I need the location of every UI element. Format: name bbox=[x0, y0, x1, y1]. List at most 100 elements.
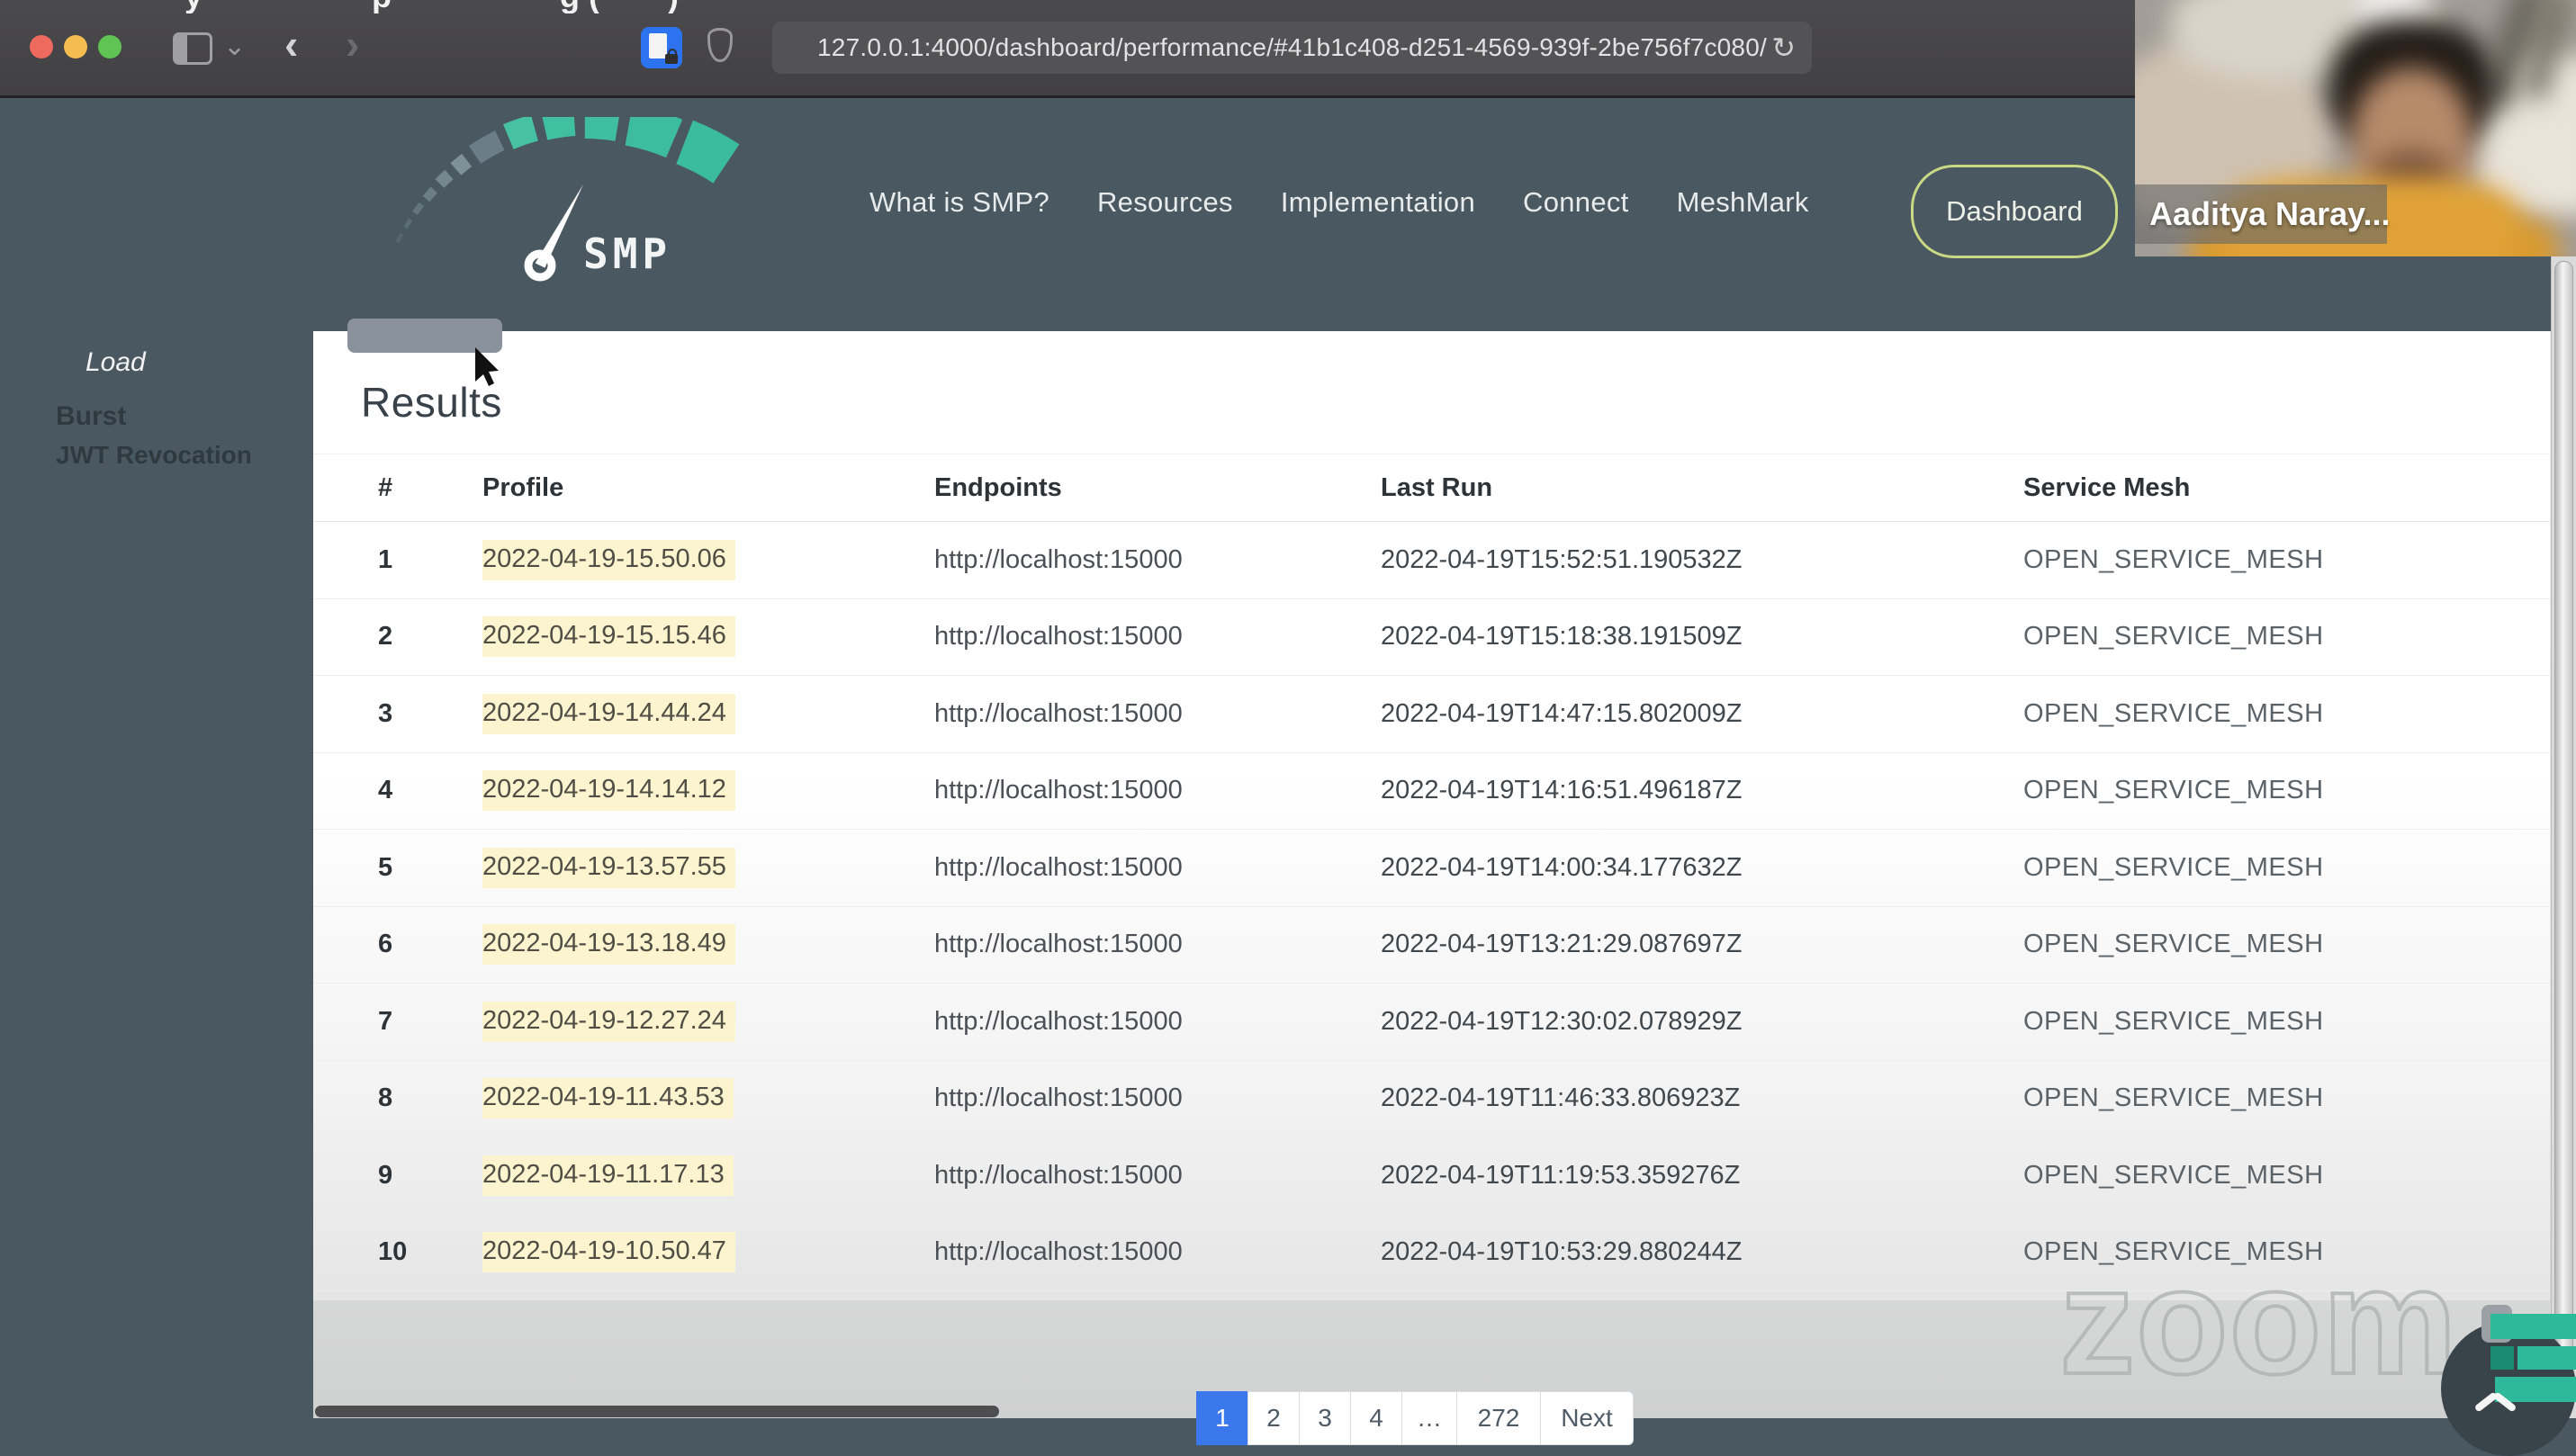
sidebar-item[interactable]: Burst bbox=[56, 401, 126, 432]
last-run-cell: 2022-04-19T13:21:29.087697Z bbox=[1381, 930, 1743, 959]
nav-item[interactable]: What is SMP? bbox=[869, 186, 1049, 219]
profile-cell[interactable]: 2022-04-19-13.57.55 bbox=[482, 847, 934, 888]
page-icon bbox=[649, 33, 667, 58]
last-run-cell: 2022-04-19T14:00:34.177632Z bbox=[1381, 852, 1743, 882]
address-bar[interactable]: 127.0.0.1:4000/dashboard/performance/#41… bbox=[772, 22, 1812, 74]
row-index: 9 bbox=[378, 1160, 393, 1190]
profile-cell[interactable]: 2022-04-19-10.50.47 bbox=[482, 1232, 934, 1273]
vertical-scrollbar-thumb[interactable] bbox=[2554, 261, 2573, 1407]
endpoints-cell: http://localhost:15000 bbox=[934, 776, 1183, 805]
badge-glyph-bar bbox=[2490, 1314, 2576, 1339]
title-fragment: ) bbox=[668, 0, 679, 13]
horizontal-scrollbar-thumb[interactable] bbox=[315, 1406, 999, 1417]
service-mesh-cell: OPEN_SERVICE_MESH bbox=[2023, 776, 2324, 805]
profile-name: 2022-04-19-15.15.46 bbox=[482, 616, 735, 658]
participant-name: Aaditya Naray... bbox=[2149, 195, 2391, 232]
column-header: Last Run bbox=[1381, 472, 1493, 502]
table-row[interactable]: 1 2022-04-19-15.50.06 http://localhost:1… bbox=[313, 522, 2550, 599]
lock-icon bbox=[665, 49, 678, 64]
profile-name: 2022-04-19-12.27.24 bbox=[482, 1001, 735, 1042]
endpoints-cell: http://localhost:15000 bbox=[934, 698, 1183, 728]
smp-logo[interactable]: SMP bbox=[387, 103, 792, 301]
endpoints-cell: http://localhost:15000 bbox=[934, 544, 1183, 574]
profile-cell[interactable]: 2022-04-19-13.18.49 bbox=[482, 924, 934, 966]
nav-item[interactable]: Implementation bbox=[1281, 186, 1475, 219]
profile-cell[interactable]: 2022-04-19-15.50.06 bbox=[482, 539, 934, 580]
reload-icon[interactable]: ↻ bbox=[1771, 31, 1796, 65]
pagination: 1 2 3 4… 272 Next bbox=[1196, 1391, 1634, 1445]
badge-glyph-bar bbox=[2495, 1377, 2576, 1402]
profile-cell[interactable]: 2022-04-19-12.27.24 bbox=[482, 1001, 934, 1042]
minimize-window-button[interactable] bbox=[64, 35, 87, 58]
sidebar-item[interactable]: JWT Revocation bbox=[56, 441, 252, 470]
table-row[interactable]: 2 2022-04-19-15.15.46 http://localhost:1… bbox=[313, 599, 2550, 676]
row-index: 4 bbox=[378, 776, 393, 805]
table-row[interactable]: 7 2022-04-19-12.27.24 http://localhost:1… bbox=[313, 984, 2550, 1061]
sidebar-panel bbox=[0, 331, 313, 1418]
profile-name: 2022-04-19-13.57.55 bbox=[482, 847, 735, 888]
endpoints-cell: http://localhost:15000 bbox=[934, 1006, 1183, 1036]
row-index: 3 bbox=[378, 698, 393, 728]
endpoints-cell: http://localhost:15000 bbox=[934, 930, 1183, 959]
badge-glyph-bar bbox=[2517, 1346, 2576, 1370]
nav-item[interactable]: Resources bbox=[1097, 186, 1233, 219]
dashboard-button[interactable]: Dashboard bbox=[1911, 165, 2118, 258]
row-index: 10 bbox=[378, 1237, 408, 1267]
back-button[interactable]: ‹ bbox=[284, 20, 298, 68]
table-row[interactable]: 5 2022-04-19-13.57.55 http://localhost:1… bbox=[313, 830, 2550, 907]
endpoints-cell: http://localhost:15000 bbox=[934, 622, 1183, 652]
page-button[interactable]: 4 bbox=[1350, 1391, 1402, 1445]
badge-glyph-dark bbox=[2490, 1346, 2514, 1370]
table-row[interactable]: 6 2022-04-19-13.18.49 http://localhost:1… bbox=[313, 907, 2550, 984]
speedometer-gauge-icon: SMP bbox=[395, 103, 740, 282]
profile-cell[interactable]: 2022-04-19-14.44.24 bbox=[482, 693, 934, 734]
title-fragment: y bbox=[185, 0, 203, 13]
last-run-cell: 2022-04-19T10:53:29.880244Z bbox=[1381, 1237, 1743, 1267]
profile-cell[interactable]: 2022-04-19-11.43.53 bbox=[482, 1078, 934, 1119]
results-table-body: 1 2022-04-19-15.50.06 http://localhost:1… bbox=[313, 522, 2550, 1291]
table-row[interactable]: 8 2022-04-19-11.43.53 http://localhost:1… bbox=[313, 1061, 2550, 1137]
forward-button[interactable]: › bbox=[346, 20, 359, 68]
column-header: Endpoints bbox=[934, 472, 1062, 502]
endpoints-cell: http://localhost:15000 bbox=[934, 1237, 1183, 1267]
sidebar-item[interactable]: Load bbox=[86, 347, 146, 378]
table-row[interactable]: 9 2022-04-19-11.17.13 http://localhost:1… bbox=[313, 1137, 2550, 1215]
page-button[interactable]: 3 bbox=[1299, 1391, 1351, 1445]
page-button[interactable]: Next bbox=[1540, 1391, 1634, 1445]
results-header: Results bbox=[313, 331, 2550, 454]
profile-cell[interactable]: 2022-04-19-14.14.12 bbox=[482, 770, 934, 812]
participant-name-band: Aaditya Naray... bbox=[2135, 184, 2391, 244]
close-window-button[interactable] bbox=[30, 35, 53, 58]
profile-name: 2022-04-19-11.17.13 bbox=[482, 1155, 734, 1196]
last-run-cell: 2022-04-19T14:47:15.802009Z bbox=[1381, 698, 1743, 728]
table-row[interactable]: 3 2022-04-19-14.44.24 http://localhost:1… bbox=[313, 676, 2550, 753]
row-index: 6 bbox=[378, 930, 393, 959]
page-button[interactable]: 2 bbox=[1247, 1391, 1300, 1445]
nav-item[interactable]: Connect bbox=[1523, 186, 1629, 219]
page-button[interactable]: 1 bbox=[1196, 1391, 1248, 1445]
chevron-down-icon[interactable]: ⌄ bbox=[223, 31, 246, 62]
layer5-smp-floating-badge[interactable] bbox=[2441, 1305, 2576, 1456]
extension-page-lock-icon[interactable] bbox=[641, 27, 682, 68]
title-fragment: p bbox=[372, 0, 392, 13]
profile-cell[interactable]: 2022-04-19-15.15.46 bbox=[482, 616, 934, 658]
service-mesh-cell: OPEN_SERVICE_MESH bbox=[2023, 544, 2324, 574]
shield-icon[interactable] bbox=[707, 28, 733, 62]
page-button[interactable]: 272 bbox=[1456, 1391, 1541, 1445]
profile-cell[interactable]: 2022-04-19-11.17.13 bbox=[482, 1155, 934, 1196]
service-mesh-cell: OPEN_SERVICE_MESH bbox=[2023, 698, 2324, 728]
cut-off-title-fragments: y p g () bbox=[0, 0, 2070, 13]
nav-item[interactable]: MeshMark bbox=[1677, 186, 1809, 219]
service-mesh-cell: OPEN_SERVICE_MESH bbox=[2023, 852, 2324, 882]
profile-name: 2022-04-19-11.43.53 bbox=[482, 1078, 734, 1119]
page-button[interactable]: … bbox=[1401, 1391, 1457, 1445]
profile-name: 2022-04-19-10.50.47 bbox=[482, 1232, 735, 1273]
profile-name: 2022-04-19-13.18.49 bbox=[482, 924, 735, 966]
column-header: Service Mesh bbox=[2023, 472, 2191, 502]
zoom-window-button[interactable] bbox=[98, 35, 122, 58]
zoom-watermark: zoom bbox=[2058, 1235, 2459, 1407]
row-index: 8 bbox=[378, 1083, 393, 1113]
endpoints-cell: http://localhost:15000 bbox=[934, 1160, 1183, 1190]
sidebar-toggle-icon[interactable] bbox=[173, 32, 212, 65]
table-row[interactable]: 4 2022-04-19-14.14.12 http://localhost:1… bbox=[313, 753, 2550, 830]
